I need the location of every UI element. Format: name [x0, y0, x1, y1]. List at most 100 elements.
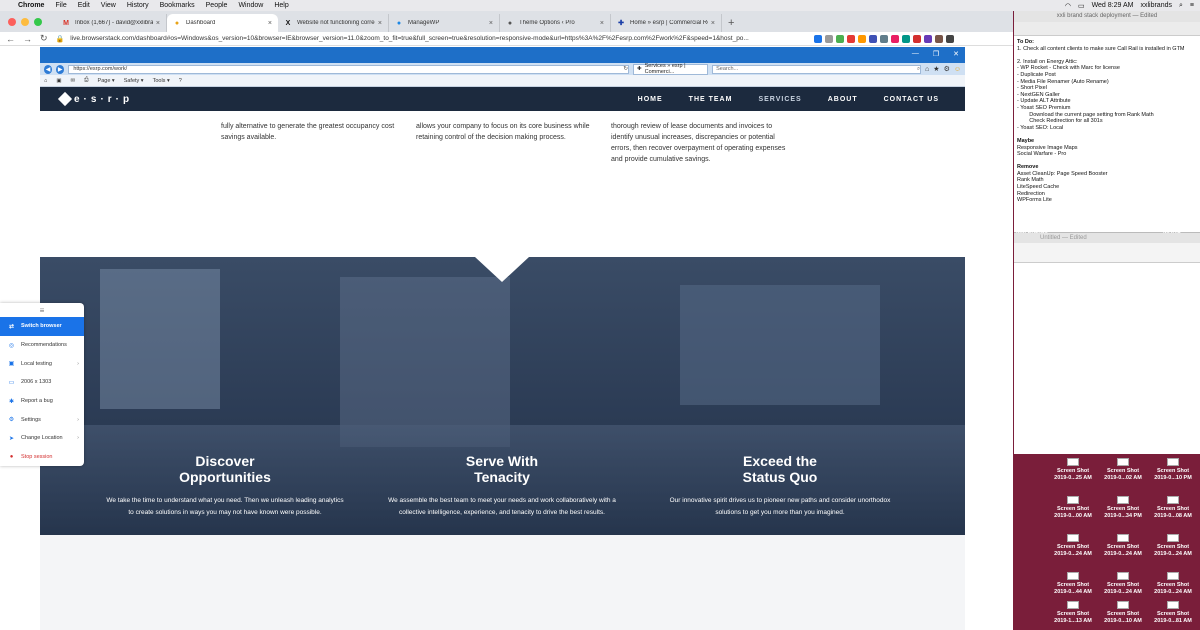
tab-theme-options[interactable]: ● Theme Options ‹ Pro ×	[500, 14, 611, 32]
close-tab-icon[interactable]: ×	[156, 20, 160, 27]
screenshot-file-icon[interactable]: Screen Shot 2019-0...24 AM	[1148, 572, 1198, 596]
back-icon[interactable]: ←	[6, 34, 15, 44]
screenshot-file-icon[interactable]: Screen Shot 2019-0...08 AM	[1148, 496, 1198, 520]
stop-session-button[interactable]: ● Stop session	[0, 448, 84, 467]
gear-icon[interactable]: ⚙	[944, 65, 950, 73]
menu-people[interactable]: People	[206, 2, 228, 9]
print-icon[interactable]: ⎙	[84, 77, 88, 84]
back-icon[interactable]: ◀	[44, 64, 53, 74]
tab-website-not-functioning[interactable]: X Website not functioning correc... ×	[278, 14, 389, 32]
untitled-document-window[interactable]: Untitled — Edited	[1014, 232, 1200, 454]
screenshot-file-icon[interactable]: Screen Shot 2019-0...34 PM	[1098, 496, 1148, 520]
screenshot-file-icon[interactable]: Screen Shot 2019-0...44 AM	[1048, 572, 1098, 596]
minimize-window-button[interactable]	[21, 18, 29, 26]
extension-icon[interactable]	[890, 34, 899, 43]
close-tab-icon[interactable]: ×	[600, 20, 604, 27]
tab-esrp-home[interactable]: ✚ Home » esrp | Commercial Re... ×	[611, 14, 722, 32]
extension-icon[interactable]	[868, 34, 877, 43]
nav-contact-us[interactable]: CONTACT US	[884, 96, 939, 103]
desktop-folder-label[interactable]: MARC	[1163, 229, 1181, 235]
recommendations-button[interactable]: ◎ Recommendations	[0, 336, 84, 355]
home-icon[interactable]: ⌂	[925, 66, 929, 73]
extension-icon[interactable]	[912, 34, 921, 43]
nav-services[interactable]: SERVICES	[758, 96, 801, 103]
ie-url-field[interactable]: https://esrp.com/work/ ↻	[68, 64, 630, 74]
remote-browser-viewport[interactable]: — ❐ ✕ ◀ ▶ https://esrp.com/work/ ↻ ✚ Ser…	[40, 47, 965, 630]
extension-icon[interactable]	[923, 34, 932, 43]
tab-managewp[interactable]: ● ManageWP ×	[389, 14, 500, 32]
screenshot-file-icon[interactable]: Screen Shot 2019-0...24 AM	[1148, 534, 1198, 558]
change-location-button[interactable]: ➤ Change Location ›	[0, 429, 84, 448]
close-tab-icon[interactable]: ×	[268, 20, 272, 27]
search-icon[interactable]: ⌕	[1179, 2, 1183, 10]
local-testing-button[interactable]: ▣ Local testing ›	[0, 354, 84, 373]
reload-icon[interactable]: ↻	[40, 33, 48, 44]
menu-window[interactable]: Window	[238, 2, 263, 9]
desktop-folder-label[interactable]: xxli brands	[1016, 229, 1048, 235]
close-tab-icon[interactable]: ×	[711, 20, 715, 27]
notes-format-toolbar[interactable]	[1014, 22, 1200, 36]
menu-file[interactable]: File	[55, 2, 66, 9]
extension-icon[interactable]	[846, 34, 855, 43]
address-bar[interactable]: 🔒 live.browserstack.com/dashboard#os=Win…	[56, 33, 796, 45]
screenshot-file-icon[interactable]: Screen Shot 2019-0...00 AM	[1048, 496, 1098, 520]
zoom-window-button[interactable]	[34, 18, 42, 26]
extension-icon[interactable]	[879, 34, 888, 43]
menu-view[interactable]: View	[101, 2, 116, 9]
battery-icon[interactable]: ▭	[1078, 2, 1085, 10]
menu-edit[interactable]: Edit	[78, 2, 90, 9]
extension-icon[interactable]	[934, 34, 943, 43]
menu-app-name[interactable]: Chrome	[18, 2, 44, 9]
tab-dashboard[interactable]: ● Dashboard ×	[167, 14, 278, 32]
help-icon[interactable]: ?	[179, 78, 182, 84]
new-tab-button[interactable]: +	[728, 17, 734, 29]
wifi-icon[interactable]: ◠	[1065, 2, 1071, 10]
list-icon[interactable]: ≡	[1190, 2, 1194, 9]
close-tab-icon[interactable]: ×	[378, 20, 382, 27]
screenshot-file-icon[interactable]: Screen Shot 2019-0...02 AM	[1098, 458, 1148, 482]
tab-inbox[interactable]: M Inbox (1,667) - david@xxlibrand...×	[56, 14, 167, 32]
screenshot-file-icon[interactable]: Screen Shot 2019-0...24 AM	[1048, 534, 1098, 558]
screenshot-file-icon[interactable]: Screen Shot 2019-0...25 AM	[1048, 458, 1098, 482]
user-name[interactable]: xxlibrands	[1140, 2, 1172, 9]
menu-help[interactable]: Help	[274, 2, 288, 9]
nav-home[interactable]: HOME	[638, 96, 663, 103]
ie-tab-services[interactable]: ✚ Services » esrp | Commerci...	[633, 63, 709, 75]
extension-icon[interactable]	[901, 34, 910, 43]
favorites-icon[interactable]: ★	[933, 65, 939, 73]
panel-drag-handle[interactable]: ≡	[0, 303, 84, 317]
screenshot-file-icon[interactable]: Screen Shot 2019-0...10 AM	[1098, 601, 1148, 625]
forward-icon[interactable]: →	[23, 34, 32, 44]
resolution-button[interactable]: ▭ 2006 x 1303	[0, 373, 84, 392]
screenshot-file-icon[interactable]: Screen Shot 2019-0...10 PM	[1148, 458, 1198, 482]
refresh-icon[interactable]: ↻	[623, 66, 628, 72]
restore-icon[interactable]: ❐	[933, 50, 939, 58]
switch-browser-button[interactable]: ⇄ Switch browser	[0, 317, 84, 336]
clock[interactable]: Wed 8:29 AM	[1092, 2, 1134, 9]
close-tab-icon[interactable]: ×	[489, 20, 493, 27]
feeds-icon[interactable]: ▣	[56, 78, 61, 84]
extension-icon[interactable]	[824, 34, 833, 43]
ie-search-field[interactable]: Search... ⌕	[712, 64, 922, 74]
nav-the-team[interactable]: THE TEAM	[689, 96, 733, 103]
screenshot-file-icon[interactable]: Screen Shot 2019-0...24 AM	[1098, 534, 1148, 558]
extension-icon[interactable]	[857, 34, 866, 43]
nav-about[interactable]: ABOUT	[828, 96, 858, 103]
search-icon[interactable]: ⌕	[917, 66, 920, 73]
notes-document[interactable]: To Do: 1. Check all content clients to m…	[1014, 36, 1200, 207]
menu-history[interactable]: History	[127, 2, 149, 9]
screenshot-file-icon[interactable]: Screen Shot 2019-1...13 AM	[1048, 601, 1098, 625]
extension-icon[interactable]	[945, 34, 954, 43]
settings-button[interactable]: ⚙ Settings ›	[0, 410, 84, 429]
screenshot-file-icon[interactable]: Screen Shot 2019-0...24 AM	[1098, 572, 1148, 596]
report-bug-button[interactable]: ✱ Report a bug	[0, 392, 84, 411]
home-icon[interactable]: ⌂	[44, 78, 47, 84]
extension-icon[interactable]	[813, 34, 822, 43]
screenshot-file-icon[interactable]: Screen Shot 2019-0...81 AM	[1148, 601, 1198, 625]
close-icon[interactable]: ✕	[953, 50, 959, 58]
forward-icon[interactable]: ▶	[56, 64, 65, 74]
mail-icon[interactable]: ✉	[71, 78, 76, 84]
tools-menu[interactable]: Tools ▾	[153, 78, 170, 84]
esrp-logo[interactable]: e·s·r·p	[57, 91, 133, 107]
menu-bookmarks[interactable]: Bookmarks	[160, 2, 195, 9]
